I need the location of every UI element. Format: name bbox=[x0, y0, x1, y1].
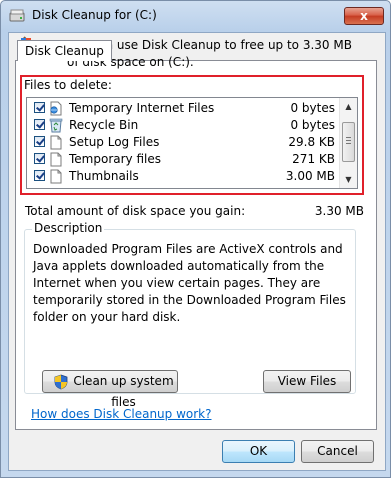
files-to-delete-list[interactable]: Temporary Internet Files 0 bytes Recycle… bbox=[26, 97, 358, 189]
item-checkbox[interactable] bbox=[34, 153, 45, 164]
recycle-bin-icon bbox=[49, 118, 63, 133]
item-size: 29.8 KB bbox=[288, 135, 335, 149]
disk-drive-icon bbox=[9, 9, 25, 22]
uac-shield-icon bbox=[54, 374, 68, 390]
item-name: Setup Log Files bbox=[69, 135, 160, 149]
scroll-up-icon[interactable]: ▲ bbox=[340, 98, 357, 115]
file-icon bbox=[50, 152, 62, 167]
list-item[interactable]: Temporary files 271 KB bbox=[27, 151, 341, 168]
list-item[interactable]: Setup Log Files 29.8 KB bbox=[27, 134, 341, 151]
item-checkbox[interactable] bbox=[34, 136, 45, 147]
item-size: 0 bytes bbox=[290, 118, 335, 132]
close-icon: x bbox=[360, 9, 368, 23]
item-size: 3.00 MB bbox=[285, 169, 335, 183]
total-value: 3.30 MB bbox=[314, 204, 364, 218]
files-to-delete-label: Files to delete: bbox=[24, 78, 112, 92]
description-text: Downloaded Program Files are ActiveX con… bbox=[33, 242, 346, 324]
view-files-button[interactable]: View Files bbox=[263, 370, 351, 393]
help-link[interactable]: How does Disk Cleanup work? bbox=[31, 407, 212, 421]
close-button[interactable]: x bbox=[344, 7, 384, 25]
item-name: Temporary Internet Files bbox=[69, 101, 215, 115]
item-name: Thumbnails bbox=[69, 169, 139, 183]
description-title: Description bbox=[32, 221, 105, 235]
item-size: 271 KB bbox=[292, 152, 335, 166]
file-icon bbox=[50, 135, 62, 150]
list-item[interactable]: Temporary Internet Files 0 bytes bbox=[27, 100, 341, 117]
internet-files-icon bbox=[50, 101, 62, 116]
item-name: Temporary files bbox=[69, 152, 161, 166]
scroll-thumb[interactable] bbox=[342, 122, 355, 162]
dialog-window: Disk Cleanup for (C:) x Disk Cleanup You… bbox=[0, 0, 391, 478]
file-icon bbox=[50, 169, 62, 184]
scroll-down-icon[interactable]: ▼ bbox=[340, 171, 357, 188]
total-label: Total amount of disk space you gain: bbox=[25, 204, 246, 218]
item-checkbox[interactable] bbox=[34, 119, 45, 130]
vertical-scrollbar[interactable]: ▲ ▼ bbox=[339, 98, 357, 188]
title-bar[interactable]: Disk Cleanup for (C:) x bbox=[1, 1, 390, 31]
clean-up-system-files-button[interactable]: Clean up system files bbox=[42, 370, 178, 409]
cancel-button[interactable]: Cancel bbox=[301, 440, 374, 463]
window-title: Disk Cleanup for (C:) bbox=[32, 8, 157, 22]
tab-disk-cleanup[interactable]: Disk Cleanup bbox=[17, 40, 112, 61]
list-item[interactable]: Recycle Bin 0 bytes bbox=[27, 117, 341, 134]
list-item[interactable]: Thumbnails 3.00 MB bbox=[27, 168, 341, 185]
item-checkbox[interactable] bbox=[34, 170, 45, 181]
ok-button[interactable]: OK bbox=[222, 440, 295, 463]
item-checkbox[interactable] bbox=[34, 102, 45, 113]
item-size: 0 bytes bbox=[290, 101, 335, 115]
item-name: Recycle Bin bbox=[69, 118, 139, 132]
grip-icon bbox=[346, 137, 351, 138]
